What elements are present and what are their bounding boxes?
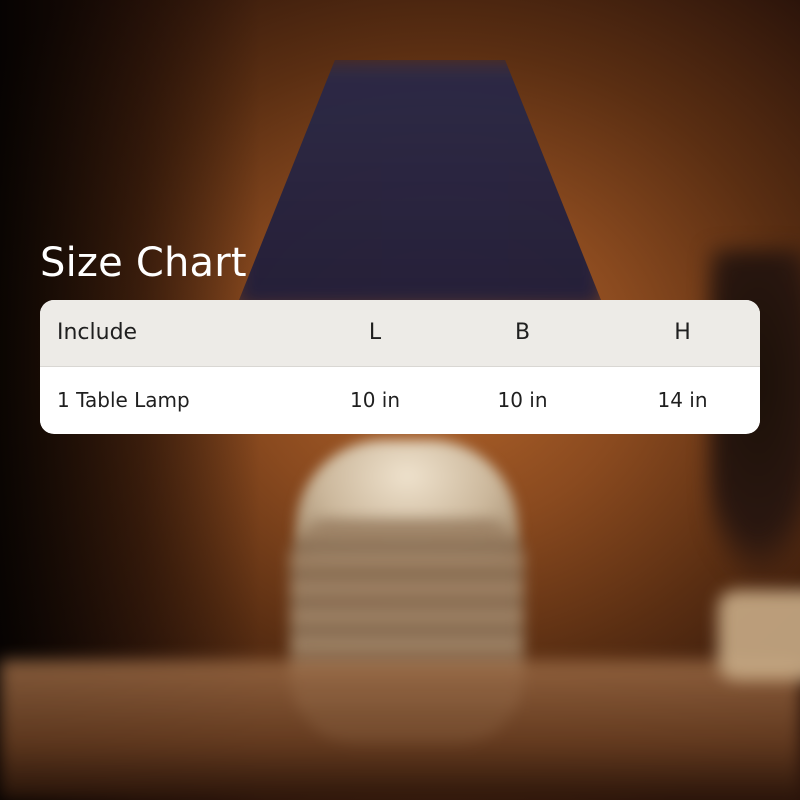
cell-height: 14 in: [657, 388, 708, 412]
plant-pot: [718, 590, 800, 680]
table-header-row: Include L B H: [40, 300, 760, 367]
table-row: 1 Table Lamp 10 in 10 in 14 in: [40, 367, 760, 433]
header-length: L: [368, 320, 382, 345]
lamp-shade: [235, 60, 605, 310]
table-surface: [0, 660, 800, 800]
cell-breadth: 10 in: [497, 388, 548, 412]
header-include: Include: [57, 320, 138, 345]
header-height: H: [674, 320, 691, 345]
cell-length: 10 in: [349, 388, 401, 412]
size-table: Include L B H 1 Table Lamp 10 in 10 in 1…: [40, 300, 760, 434]
header-breadth: B: [514, 320, 531, 345]
cell-include: 1 Table Lamp: [57, 388, 190, 412]
page-title: Size Chart: [40, 240, 247, 286]
